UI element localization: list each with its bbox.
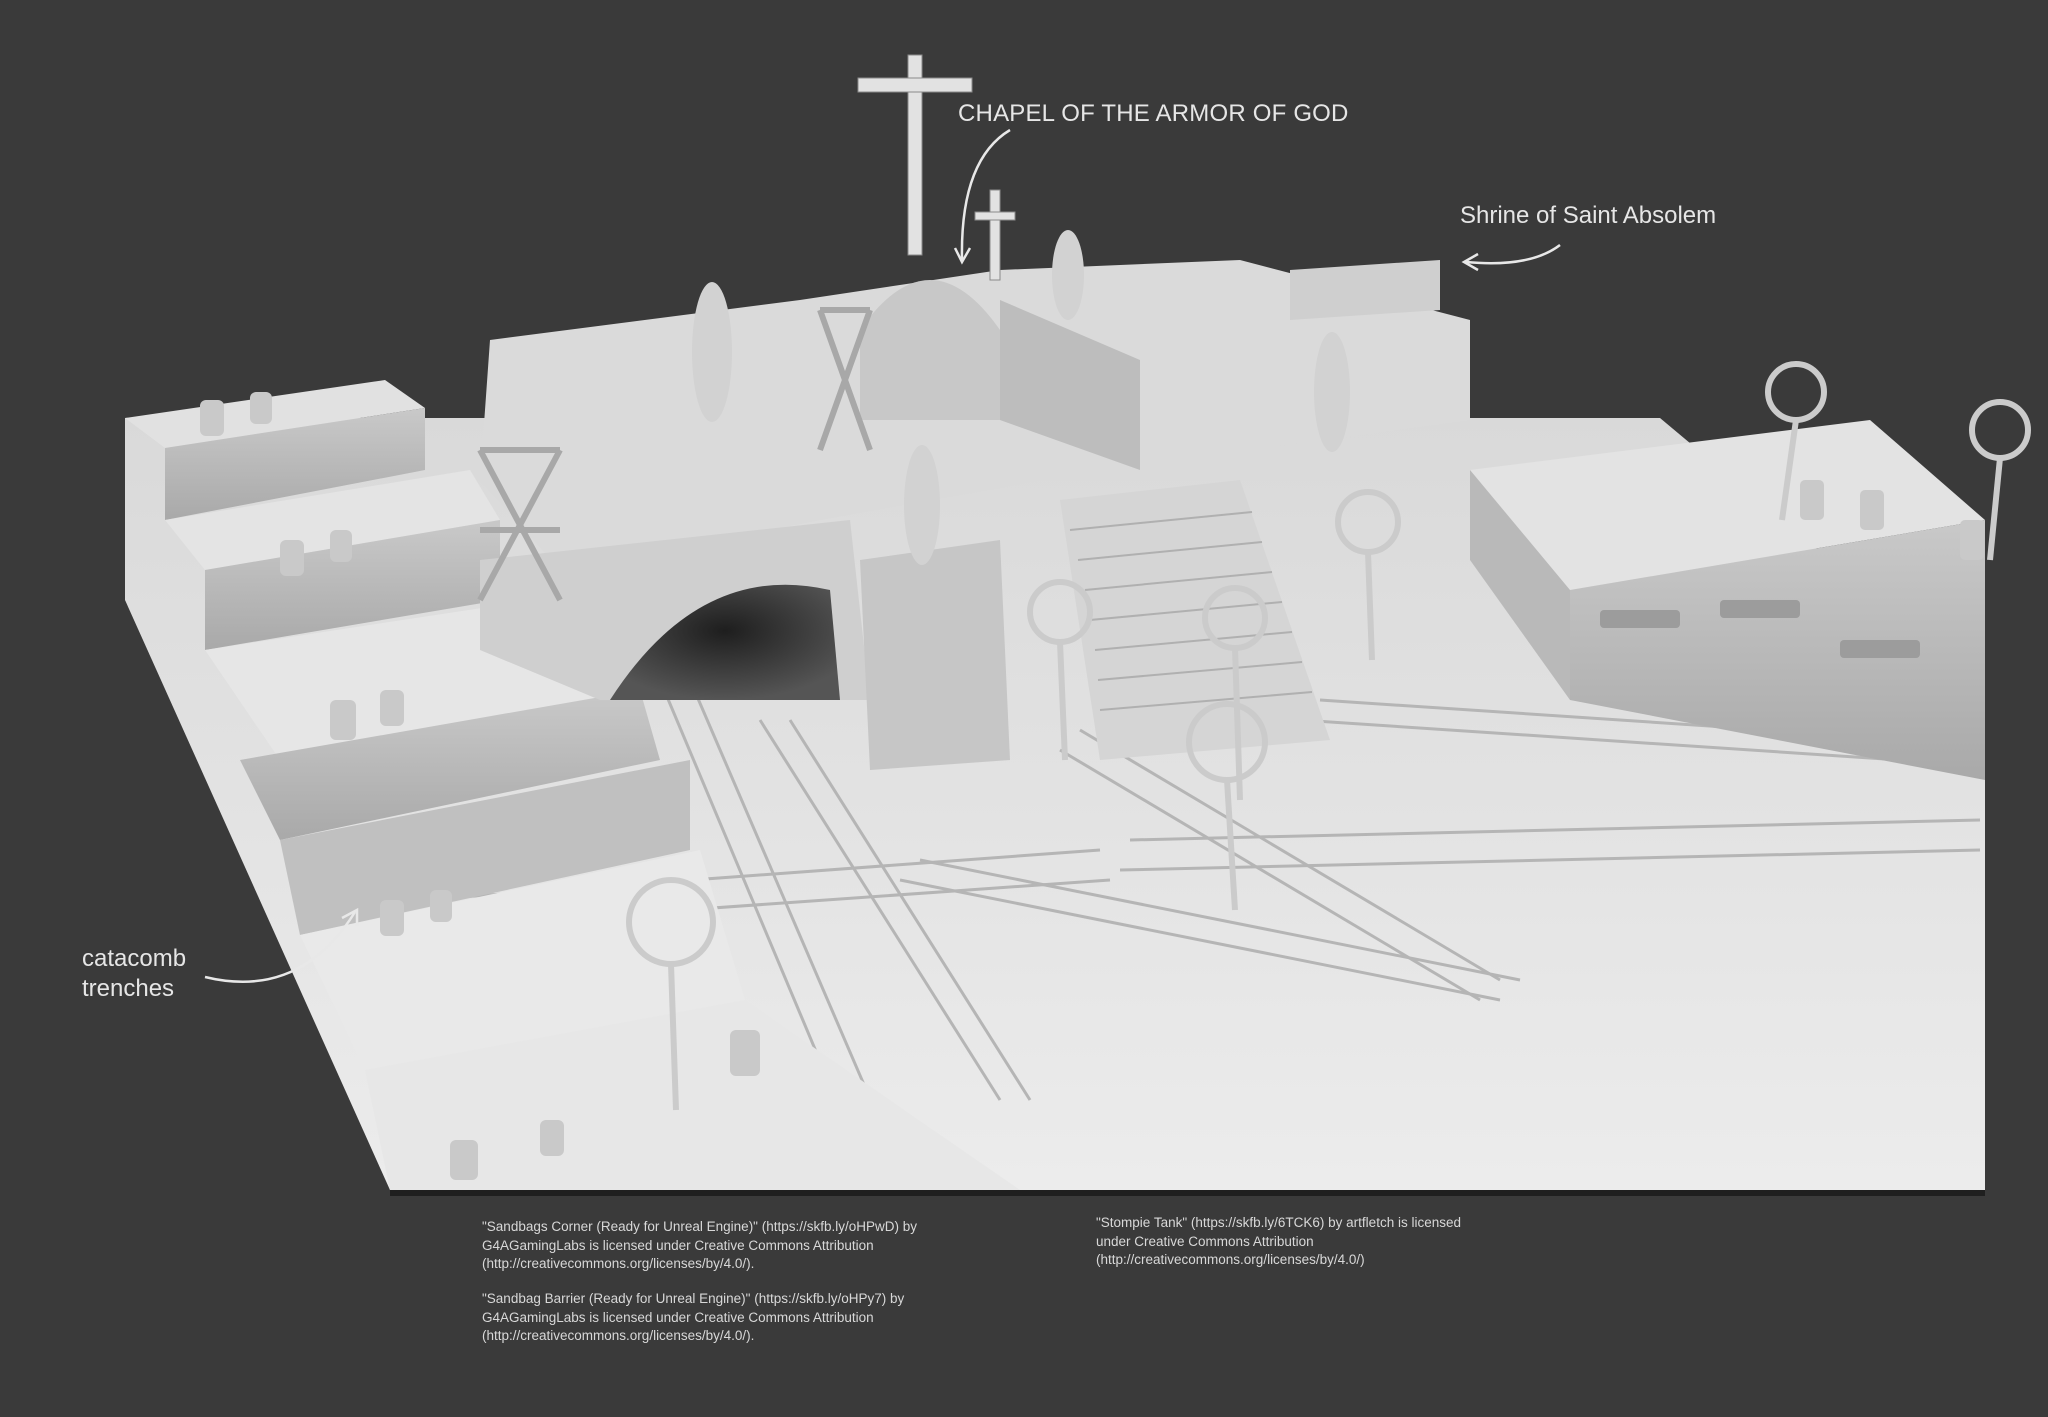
chapel-label: CHAPEL OF THE ARMOR OF GOD — [958, 100, 1349, 127]
credit-sandbags-corner: "Sandbags Corner (Ready for Unreal Engin… — [482, 1219, 918, 1271]
credit-sandbag-barrier: "Sandbag Barrier (Ready for Unreal Engin… — [482, 1291, 905, 1343]
catacomb-label: catacomb trenches — [82, 945, 187, 1002]
shrine-label: Shrine of Saint Absolem — [1460, 202, 1717, 229]
diorama-render — [125, 54, 2031, 1196]
credit-stompie-tank: "Stompie Tank" (https://skfb.ly/6TCK6) b… — [1096, 1215, 1461, 1267]
crucifix — [857, 54, 1016, 281]
